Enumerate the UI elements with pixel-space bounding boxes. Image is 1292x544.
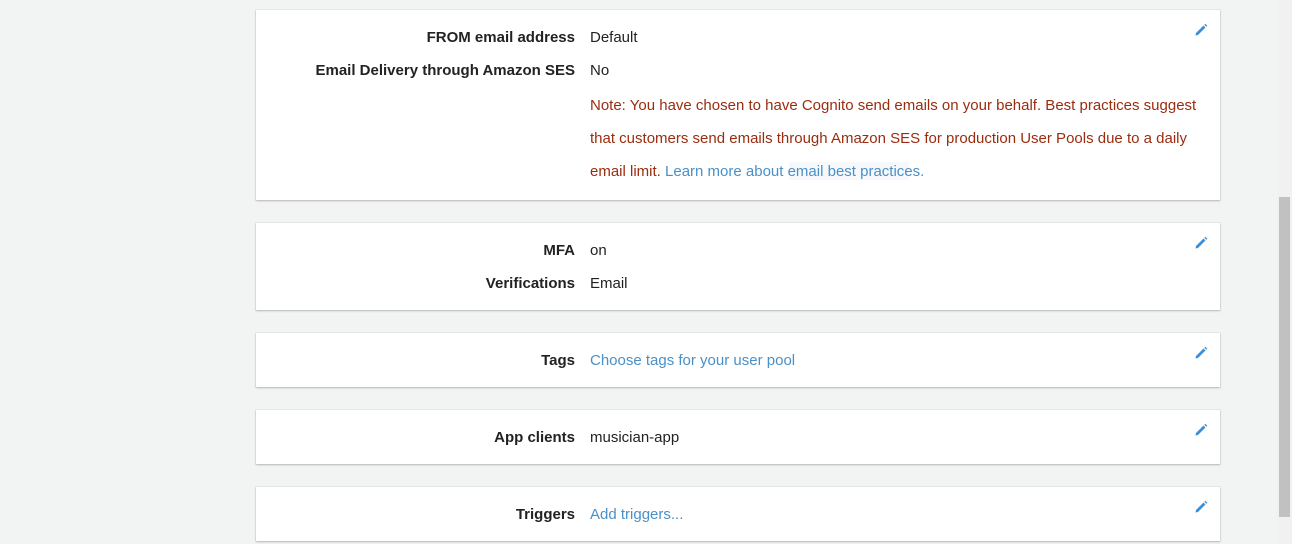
pencil-icon[interactable]: [1194, 23, 1208, 37]
ses-delivery-value: No: [590, 62, 610, 79]
app-clients-card: App clients musician-app: [256, 410, 1220, 464]
triggers-card: Triggers Add triggers...: [256, 487, 1220, 541]
verifications-label: Verifications: [485, 275, 575, 292]
ses-delivery-label: Email Delivery through Amazon SES: [315, 62, 575, 79]
verifications-value: Email: [590, 275, 628, 292]
from-email-label: FROM email address: [426, 29, 575, 46]
mfa-label: MFA: [543, 242, 575, 259]
ses-note: Note: You have chosen to have Cognito se…: [590, 89, 1210, 188]
from-email-value: Default: [590, 29, 638, 46]
app-clients-value: musician-app: [590, 429, 680, 446]
pencil-icon[interactable]: [1194, 346, 1208, 360]
email-best-practices-link[interactable]: Learn more about email best practices.: [665, 163, 924, 180]
mfa-value: on: [590, 242, 607, 259]
choose-tags-link[interactable]: Choose tags for your user pool: [590, 351, 795, 371]
vertical-scrollbar[interactable]: [1277, 0, 1292, 544]
triggers-label: Triggers: [515, 506, 575, 523]
pencil-icon[interactable]: [1194, 500, 1208, 514]
mfa-card: MFA on Verifications Email: [256, 223, 1220, 310]
app-clients-label: App clients: [494, 429, 575, 446]
scrollbar-thumb[interactable]: [1279, 197, 1290, 517]
tags-card: Tags Choose tags for your user pool: [256, 333, 1220, 387]
pencil-icon[interactable]: [1194, 423, 1208, 437]
page: FROM email address Default Email Deliver…: [0, 0, 1292, 544]
pencil-icon[interactable]: [1194, 236, 1208, 250]
add-triggers-link[interactable]: Add triggers...: [590, 505, 683, 525]
email-settings-card: FROM email address Default Email Deliver…: [256, 10, 1220, 200]
tags-label: Tags: [541, 352, 575, 369]
